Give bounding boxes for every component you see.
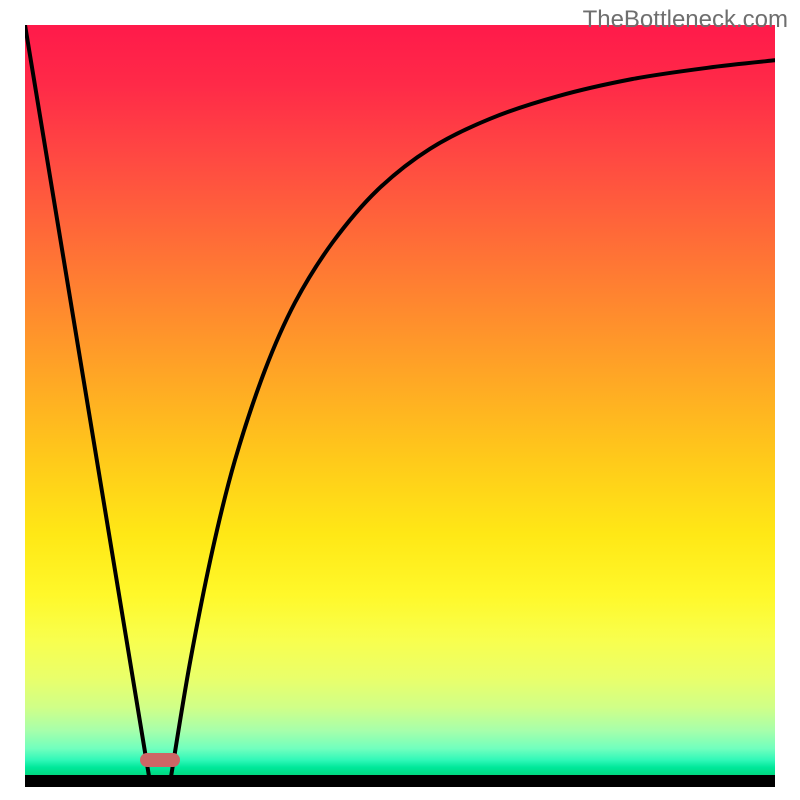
chart-container: TheBottleneck.com	[0, 0, 800, 800]
plot-area	[25, 25, 775, 775]
curve-svg	[25, 25, 775, 775]
left-line-path	[25, 25, 149, 775]
x-axis-strip	[25, 775, 775, 787]
bottleneck-marker	[140, 753, 180, 767]
right-curve-path	[171, 60, 775, 775]
watermark-text: TheBottleneck.com	[583, 6, 788, 34]
chart-frame	[25, 25, 775, 787]
